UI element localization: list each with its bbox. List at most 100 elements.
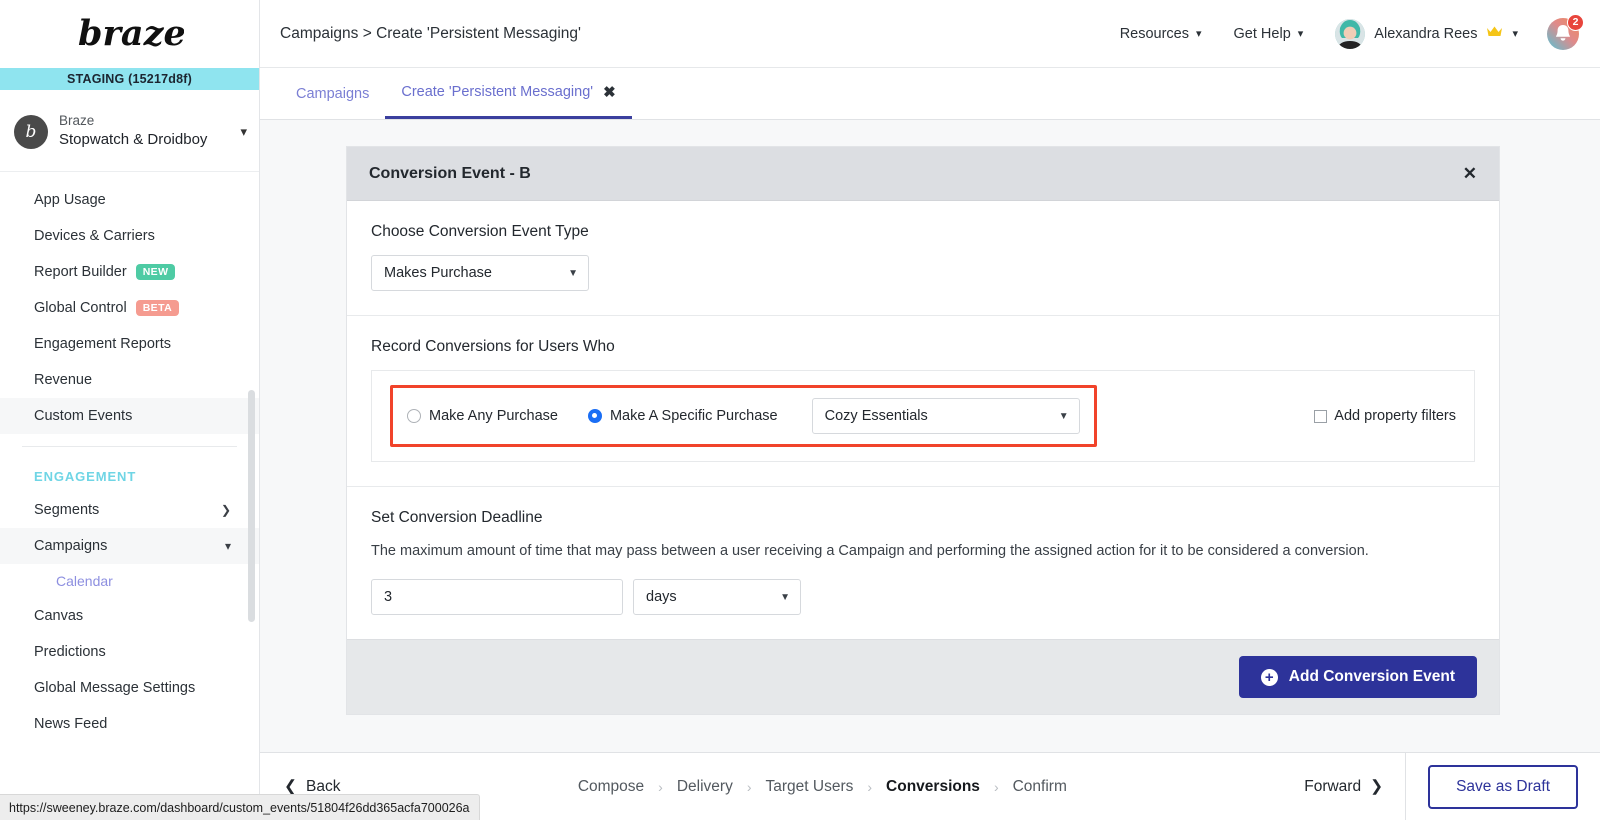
workspace-text: Braze Stopwatch & Droidboy [59,112,234,150]
sidebar-item-segments[interactable]: Segments❯ [0,492,259,528]
add-property-filters-label: Add property filters [1334,408,1456,424]
sidebar-item-global-message-settings[interactable]: Global Message Settings [0,670,259,706]
sidebar-item-engagement-reports[interactable]: Engagement Reports [0,326,259,362]
checkbox-icon [1314,410,1327,423]
app-root: braze STAGING (15217d8f) b Braze Stopwat… [0,0,1600,820]
wizard-step-target-users[interactable]: Target Users [766,778,854,796]
plus-icon: + [1261,669,1278,686]
workspace-switcher[interactable]: b Braze Stopwatch & Droidboy ▾ [0,90,259,172]
panel-footer: + Add Conversion Event [347,639,1499,714]
add-property-filters-checkbox[interactable]: Add property filters [1314,408,1456,424]
conversion-deadline-unit-select[interactable]: days ▼ [633,579,801,615]
sidebar-item-label: Engagement Reports [34,336,171,352]
record-conversions-section: Record Conversions for Users Who Make An… [347,316,1499,487]
conversion-event-type-select[interactable]: Makes Purchase ▼ [371,255,589,291]
forward-label: Forward [1304,778,1361,796]
svg-text:braze: braze [78,13,184,54]
close-icon[interactable]: ✖ [603,83,616,101]
sidebar-item-report-builder[interactable]: Report Builder NEW [0,254,259,290]
chevron-down-icon: ▼ [556,268,578,279]
specific-purchase-product-value: Cozy Essentials [825,408,928,424]
sidebar: braze STAGING (15217d8f) b Braze Stopwat… [0,0,260,820]
step-separator-icon: › [994,779,999,795]
conversion-deadline-section: Set Conversion Deadline The maximum amou… [347,487,1499,639]
notifications-button[interactable]: 2 [1546,17,1580,51]
radio-icon-unselected [407,409,421,423]
sidebar-item-campaigns[interactable]: Campaigns▾ [0,528,259,564]
wizard-step-confirm[interactable]: Confirm [1013,778,1067,796]
chevron-down-icon: ▼ [768,592,790,603]
chevron-right-icon: ❯ [1370,777,1383,796]
sidebar-item-label: Revenue [34,372,92,388]
sidebar-scrollbar[interactable] [248,390,255,622]
tab-create-persistent-messaging-[interactable]: Create 'Persistent Messaging'✖ [385,68,631,119]
radio-make-specific-purchase[interactable]: Make A Specific Purchase [588,408,778,424]
resources-label: Resources [1120,26,1189,42]
user-menu[interactable]: Alexandra Rees ▾ [1319,19,1530,49]
back-label: Back [306,778,340,796]
radio-make-any-purchase-label: Make Any Purchase [429,408,558,424]
avatar [1335,19,1365,49]
sidebar-nav: App UsageDevices & CarriersReport Builde… [0,172,259,742]
sidebar-item-badge: NEW [136,264,176,280]
sidebar-item-predictions[interactable]: Predictions [0,634,259,670]
chevron-down-icon: ▾ [225,539,231,553]
braze-logo[interactable]: braze [0,0,259,68]
sidebar-item-devices-carriers[interactable]: Devices & Carriers [0,218,259,254]
conversion-event-type-label: Choose Conversion Event Type [371,223,1475,241]
close-icon[interactable]: ✕ [1463,164,1477,184]
wizard-steps: Compose › Delivery › Target Users › Conversion… [578,778,1067,796]
save-as-draft-button[interactable]: Save as Draft [1428,765,1578,809]
conversion-deadline-label: Set Conversion Deadline [371,509,1475,527]
resources-menu[interactable]: Resources ▾ [1104,26,1218,42]
conversion-event-type-section: Choose Conversion Event Type Makes Purch… [347,201,1499,316]
sidebar-item-label: Global Message Settings [34,680,195,696]
staging-label: STAGING (15217d8f) [67,72,192,86]
breadcrumb: Campaigns > Create 'Persistent Messaging… [280,25,581,43]
chevron-down-icon: ▼ [1047,411,1069,422]
sidebar-item-label: Predictions [34,644,106,660]
workspace-avatar-glyph: b [26,122,37,142]
get-help-menu[interactable]: Get Help ▾ [1218,26,1320,42]
record-conversions-box: Make Any Purchase Make A Specific Purcha… [371,370,1475,462]
sidebar-item-app-usage[interactable]: App Usage [0,182,259,218]
wizard-step-compose[interactable]: Compose [578,778,644,796]
conversion-deadline-input[interactable] [371,579,623,615]
radio-make-specific-purchase-label: Make A Specific Purchase [610,408,778,424]
wizard-step-delivery[interactable]: Delivery [677,778,733,796]
tab-campaigns[interactable]: Campaigns [280,68,385,119]
sidebar-item-label: Report Builder [34,264,127,280]
tab-label: Campaigns [296,86,369,102]
radio-make-any-purchase[interactable]: Make Any Purchase [407,408,558,424]
step-separator-icon: › [867,779,872,795]
top-bar-right: Resources ▾ Get Help ▾ [1104,17,1580,51]
sidebar-item-label: App Usage [34,192,106,208]
status-bar-url: https://sweeney.braze.com/dashboard/cust… [0,794,480,820]
chevron-down-icon: ▾ [1298,27,1304,40]
wizard-step-conversions[interactable]: Conversions [886,778,980,796]
user-name: Alexandra Rees [1374,26,1477,42]
sidebar-item-label: Custom Events [34,408,132,424]
workspace-org: Braze [59,112,234,130]
step-separator-icon: › [658,779,663,795]
add-conversion-event-button[interactable]: + Add Conversion Event [1239,656,1477,698]
main-area: Campaigns > Create 'Persistent Messaging… [260,0,1600,820]
sidebar-item-revenue[interactable]: Revenue [0,362,259,398]
footer-divider [1405,753,1406,820]
sidebar-item-global-control[interactable]: Global ControlBETA [0,290,259,326]
conversion-deadline-description: The maximum amount of time that may pass… [371,541,1475,561]
workspace-avatar: b [14,115,48,149]
chevron-down-icon: ▾ [1512,27,1518,40]
specific-purchase-product-select[interactable]: Cozy Essentials ▼ [812,398,1080,434]
chevron-right-icon: ❯ [221,503,231,517]
sidebar-item-label: Global Control [34,300,127,316]
sidebar-item-label: Canvas [34,608,83,624]
sidebar-item-news-feed[interactable]: News Feed [0,706,259,742]
chevron-down-icon[interactable]: ▾ [234,124,247,140]
sidebar-item-canvas[interactable]: Canvas [0,598,259,634]
forward-button[interactable]: Forward ❯ [1304,777,1383,796]
sidebar-item-label: Calendar [56,573,113,589]
sidebar-item-custom-events[interactable]: Custom Events [0,398,259,434]
step-separator-icon: › [747,779,752,795]
sidebar-item-calendar[interactable]: Calendar [0,564,259,598]
